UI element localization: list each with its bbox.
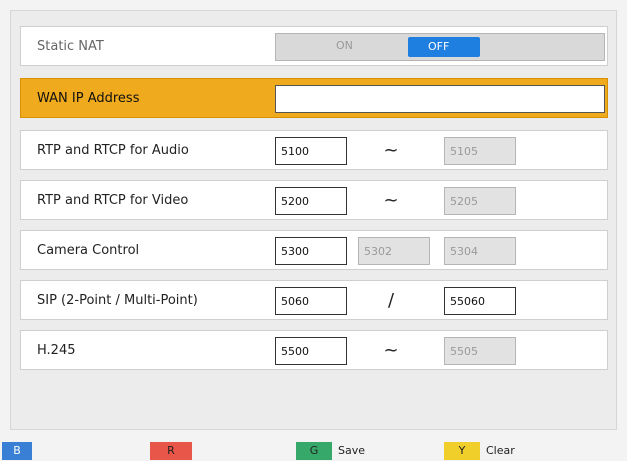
wan-ip-label: WAN IP Address: [37, 90, 140, 106]
remote-key-bar: B R G Save Y Clear: [0, 440, 627, 461]
red-key-chip: R: [150, 442, 192, 460]
yellow-key-chip: Y: [444, 442, 480, 460]
rtp-audio-label: RTP and RTCP for Audio: [37, 142, 189, 158]
row-h245[interactable]: H.245 5500 ~ 5505: [20, 330, 608, 370]
static-nat-off-option[interactable]: OFF: [408, 37, 480, 57]
range-separator: ~: [383, 190, 399, 211]
sip-end-input[interactable]: 55060: [444, 287, 516, 315]
row-static-nat[interactable]: Static NAT ON OFF: [20, 26, 608, 66]
sip-label: SIP (2-Point / Multi-Point): [37, 292, 198, 308]
camera-control-field-2: 5302: [358, 237, 430, 265]
row-rtp-video[interactable]: RTP and RTCP for Video 5200 ~ 5205: [20, 180, 608, 220]
rtp-video-start-input[interactable]: 5200: [275, 187, 347, 215]
static-nat-label: Static NAT: [37, 38, 104, 54]
range-separator: ~: [383, 140, 399, 161]
h245-start-input[interactable]: 5500: [275, 337, 347, 365]
slash-separator: /: [387, 290, 395, 311]
rtp-audio-end-field: 5105: [444, 137, 516, 165]
yellow-key-hint[interactable]: Y Clear: [444, 442, 515, 460]
camera-control-label: Camera Control: [37, 242, 140, 258]
h245-label: H.245: [37, 342, 76, 358]
row-camera-control[interactable]: Camera Control 5300 5302 5304: [20, 230, 608, 270]
blue-key-hint[interactable]: B: [2, 442, 38, 460]
row-rtp-audio[interactable]: RTP and RTCP for Audio 5100 ~ 5105: [20, 130, 608, 170]
rtp-video-end-field: 5205: [444, 187, 516, 215]
row-sip[interactable]: SIP (2-Point / Multi-Point) 5060 / 55060: [20, 280, 608, 320]
static-nat-on-option[interactable]: ON: [336, 39, 353, 52]
green-key-chip: G: [296, 442, 332, 460]
clear-label: Clear: [486, 444, 515, 457]
camera-control-field-3: 5304: [444, 237, 516, 265]
green-key-hint[interactable]: G Save: [296, 442, 365, 460]
red-key-hint[interactable]: R: [150, 442, 198, 460]
rtp-audio-start-input[interactable]: 5100: [275, 137, 347, 165]
static-nat-toggle[interactable]: ON OFF: [275, 33, 605, 61]
range-separator: ~: [383, 340, 399, 361]
blue-key-chip: B: [2, 442, 32, 460]
camera-control-input[interactable]: 5300: [275, 237, 347, 265]
rtp-video-label: RTP and RTCP for Video: [37, 192, 189, 208]
save-label: Save: [338, 444, 366, 457]
h245-end-field: 5505: [444, 337, 516, 365]
wan-ip-input[interactable]: [275, 85, 605, 113]
row-wan-ip[interactable]: WAN IP Address: [20, 78, 608, 118]
sip-start-input[interactable]: 5060: [275, 287, 347, 315]
